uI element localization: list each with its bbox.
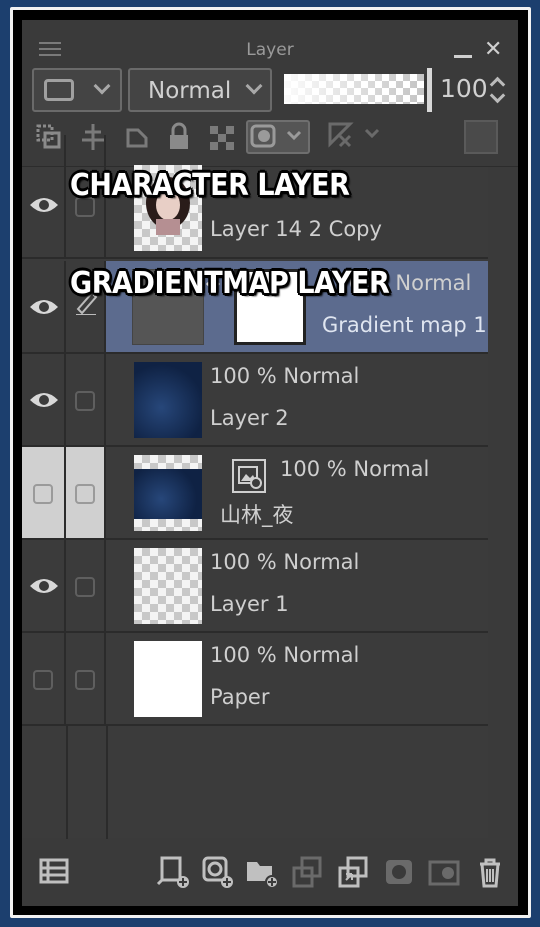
visibility-toggle[interactable]	[22, 540, 66, 631]
layer-name[interactable]: Layer 14 2 Copy	[210, 217, 382, 241]
new-raster-layer-icon[interactable]	[156, 854, 192, 890]
blend-mode-dropdown[interactable]: Normal	[128, 68, 272, 112]
visibility-checkbox[interactable]	[33, 670, 53, 690]
layer-name[interactable]: 山林_夜	[220, 499, 294, 529]
layer-row[interactable]: 100 % Normal 山林_夜	[22, 447, 488, 540]
panel-title: Layer	[246, 40, 294, 60]
lock-toggle[interactable]	[66, 540, 106, 631]
blend-mode-value: Normal	[148, 78, 232, 104]
layer-panel: Layer ✕ Normal 100 Layer 14 2 Copy 100 %…	[22, 20, 518, 906]
layer-thumbnail[interactable]	[134, 455, 202, 531]
lock-checkbox[interactable]	[75, 391, 95, 411]
layer-property-icon[interactable]	[36, 854, 72, 890]
layer-thumbnail[interactable]	[134, 362, 202, 438]
lock-checkbox[interactable]	[75, 577, 95, 597]
visibility-toggle[interactable]	[22, 135, 66, 257]
night-image-fill	[134, 469, 202, 519]
close-icon[interactable]: ✕	[484, 38, 502, 62]
visibility-toggle[interactable]	[22, 354, 66, 445]
layer-name[interactable]: Gradient map 1	[322, 313, 487, 337]
delete-icon[interactable]	[472, 854, 508, 890]
chevron-down-icon[interactable]	[489, 87, 506, 104]
opacity-value[interactable]: 100	[440, 74, 488, 103]
scrollbar-track[interactable]	[488, 167, 518, 839]
layer-row[interactable]: 100 % Normal Paper	[22, 633, 488, 726]
layer-name[interactable]: Layer 2	[210, 406, 289, 430]
layer-mode: 100 % Normal	[210, 364, 360, 388]
new-vector-layer-icon[interactable]	[200, 854, 236, 890]
visibility-toggle[interactable]	[22, 633, 66, 724]
layer-name[interactable]: Paper	[210, 685, 269, 709]
visibility-toggle[interactable]	[22, 447, 66, 538]
lock-checkbox[interactable]	[75, 670, 95, 690]
merge-down-icon[interactable]	[336, 854, 372, 890]
layer-mode: 100 % Normal	[280, 457, 430, 481]
image-material-icon	[232, 459, 266, 493]
lock-checkbox[interactable]	[75, 484, 95, 504]
color-square-icon	[44, 79, 74, 101]
layer-mode: 100 % Normal	[210, 643, 360, 667]
visibility-checkbox[interactable]	[33, 484, 53, 504]
minimize-icon[interactable]	[452, 42, 474, 64]
layer-bottom-toolbar	[22, 844, 518, 906]
lock-toggle[interactable]	[66, 447, 106, 538]
eye-icon	[30, 393, 58, 407]
layer-thumbnail[interactable]	[134, 641, 202, 717]
caption-character-layer: CHARACTER LAYER	[70, 168, 350, 203]
caption-gradientmap-layer: GRADIENTMAP LAYER	[70, 266, 390, 301]
eye-icon	[30, 198, 58, 212]
chevron-down-icon	[93, 77, 111, 95]
opacity-slider-handle[interactable]	[427, 68, 432, 112]
column-divider	[106, 726, 108, 839]
eye-icon	[30, 579, 58, 593]
visibility-toggle[interactable]	[22, 261, 66, 352]
layer-row[interactable]: 100 % Normal Layer 1	[22, 540, 488, 633]
opacity-slider[interactable]	[284, 74, 424, 104]
lock-toggle[interactable]	[66, 354, 106, 445]
new-folder-icon[interactable]	[244, 854, 280, 890]
panel-titlebar: Layer ✕	[22, 20, 518, 64]
transfer-down-icon[interactable]	[290, 854, 326, 890]
mask-apply-icon[interactable]	[426, 854, 462, 890]
lock-toggle[interactable]	[66, 633, 106, 724]
layer-row[interactable]: 100 % Normal Layer 2	[22, 354, 488, 447]
mask-add-icon[interactable]	[382, 854, 418, 890]
layer-color-dropdown[interactable]	[32, 68, 122, 112]
layer-mode: 100 % Normal	[210, 550, 360, 574]
layer-name[interactable]: Layer 1	[210, 592, 289, 616]
chevron-down-icon	[245, 77, 263, 95]
layer-options-row: Normal 100	[32, 68, 512, 116]
layer-thumbnail[interactable]	[134, 548, 202, 624]
opacity-spinner[interactable]	[488, 74, 508, 108]
column-divider	[66, 726, 68, 839]
eye-icon	[30, 300, 58, 314]
